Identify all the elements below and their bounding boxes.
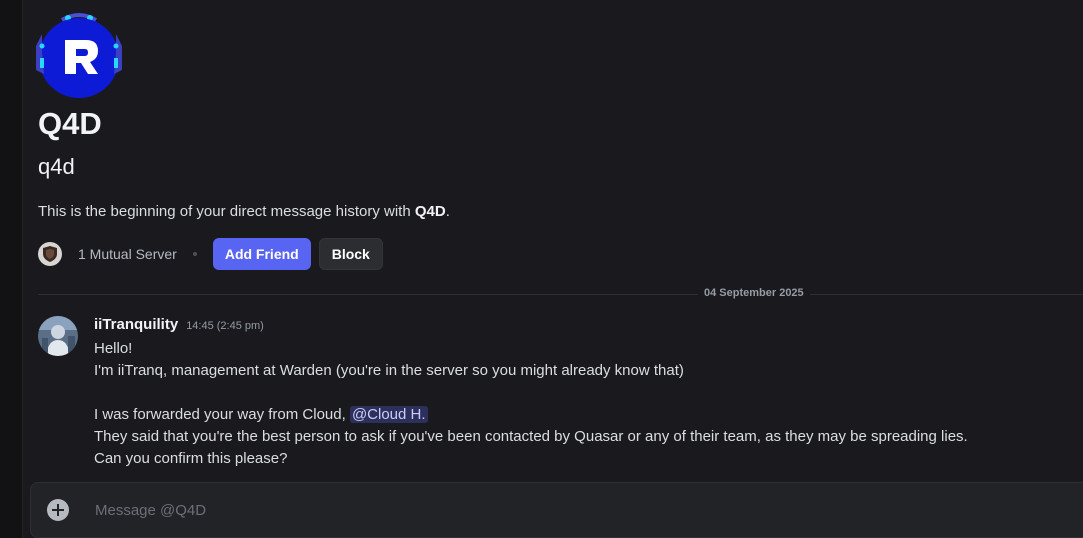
intro-prefix: This is the beginning of your direct mes…: [38, 203, 415, 220]
separator-dot: [192, 252, 197, 256]
add-friend-button[interactable]: Add Friend: [212, 238, 311, 270]
profile-avatar[interactable]: [32, 12, 126, 98]
date-divider-label: 04 September 2025: [698, 287, 810, 299]
message-line: Can you confirm this please?: [94, 450, 288, 467]
message-line: I was forwarded your way from Cloud, @Cl…: [94, 404, 1054, 426]
intro-suffix: .: [445, 203, 450, 220]
profile-username: q4d: [38, 154, 75, 179]
robot-r-logo-icon: [36, 13, 122, 98]
message-line: Hello!: [94, 340, 133, 357]
message-line-text: I was forwarded your way from Cloud,: [94, 406, 350, 423]
plus-icon: [52, 504, 64, 516]
profile-actions: 1 Mutual Server Add Friend Block: [38, 238, 383, 270]
date-divider: [38, 294, 1083, 295]
message-line: They said that you're the best person to…: [94, 428, 968, 445]
intro-name: Q4D: [414, 203, 446, 220]
shield-icon: [43, 246, 57, 262]
user-avatar-icon: [38, 316, 78, 356]
message-content: Hello! I'm iiTranq, management at Warden…: [94, 338, 1054, 470]
user-mention[interactable]: @Cloud H.: [349, 406, 428, 423]
server-list-edge: [0, 0, 23, 538]
dm-channel: Q4D q4d This is the beginning of your di…: [22, 0, 1083, 538]
message-timestamp: 14:45 (2:45 pm): [186, 320, 264, 332]
attach-plus-button[interactable]: [47, 499, 69, 521]
mutual-server-icon[interactable]: [38, 242, 62, 266]
message-author-avatar[interactable]: [38, 316, 78, 356]
message-composer: [30, 482, 1083, 538]
block-button[interactable]: Block: [318, 238, 383, 270]
mutual-servers-link[interactable]: 1 Mutual Server: [78, 246, 177, 262]
profile-display-name: Q4D: [38, 106, 102, 141]
message-header: iiTranquility 14:45 (2:45 pm): [94, 316, 264, 333]
message-author[interactable]: iiTranquility: [94, 316, 178, 333]
message-line: I'm iiTranq, management at Warden (you'r…: [94, 362, 684, 379]
message-input[interactable]: [93, 483, 1073, 537]
dm-intro-text: This is the beginning of your direct mes…: [38, 203, 450, 220]
